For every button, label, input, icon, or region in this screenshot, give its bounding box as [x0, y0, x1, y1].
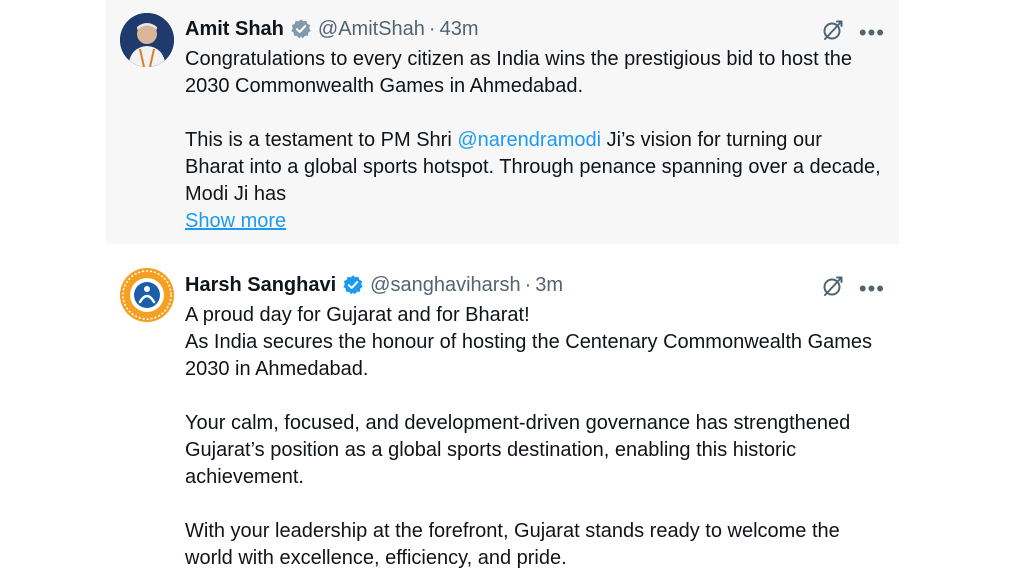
- verified-badge-icon: [342, 274, 364, 296]
- author-name[interactable]: Amit Shah: [185, 18, 284, 41]
- tweet-text: A proud day for Gujarat and for Bharat! …: [185, 302, 885, 572]
- author-name[interactable]: Harsh Sanghavi: [185, 274, 336, 297]
- avatar-emblem: [120, 268, 174, 322]
- tweet-actions: •••: [821, 18, 885, 47]
- tweet-header: Amit Shah @AmitShah · 43m: [185, 16, 479, 42]
- tweet-paragraph: Your calm, focused, and development-driv…: [185, 412, 851, 488]
- show-more-link[interactable]: Show more: [185, 210, 286, 232]
- verified-badge-icon: [290, 18, 312, 40]
- author-handle[interactable]: @sanghaviharsh: [370, 274, 520, 297]
- mention-link[interactable]: @narendramodi: [457, 129, 601, 151]
- tweet-timestamp[interactable]: 3m: [535, 274, 563, 297]
- avatar[interactable]: [120, 13, 174, 67]
- more-options-icon[interactable]: •••: [859, 277, 885, 299]
- tweet-paragraph: This is a testament to PM Shri @narendra…: [185, 127, 885, 208]
- author-handle[interactable]: @AmitShah: [318, 18, 425, 41]
- tweet-paragraph: With your leadership at the forefront, G…: [185, 520, 840, 569]
- tweet-header: Harsh Sanghavi @sanghaviharsh · 3m: [185, 272, 563, 298]
- tweet-line: A proud day for Gujarat and for Bharat!: [185, 304, 530, 326]
- tweet-timestamp[interactable]: 43m: [440, 18, 479, 41]
- header-separator: ·: [428, 17, 436, 40]
- tweet-line: As India secures the honour of hosting t…: [185, 331, 873, 380]
- show-more-row: Show more: [185, 208, 885, 235]
- tweet-amit-shah[interactable]: Amit Shah @AmitShah · 43m ••• Congratula…: [106, 0, 899, 244]
- paragraph-text: This is a testament to PM Shri: [185, 129, 458, 151]
- tweet-actions: •••: [821, 274, 885, 303]
- tweet-harsh-sanghavi[interactable]: Harsh Sanghavi @sanghaviharsh · 3m ••• A…: [106, 246, 899, 576]
- grok-icon[interactable]: [821, 18, 845, 47]
- more-options-icon[interactable]: •••: [859, 21, 885, 43]
- avatar[interactable]: [120, 268, 174, 322]
- tweet-text: Congratulations to every citizen as Indi…: [185, 46, 885, 235]
- tweet-paragraph: Congratulations to every citizen as Indi…: [185, 48, 853, 97]
- grok-icon[interactable]: [821, 274, 845, 303]
- avatar-image: [120, 13, 174, 67]
- header-separator: ·: [524, 273, 532, 296]
